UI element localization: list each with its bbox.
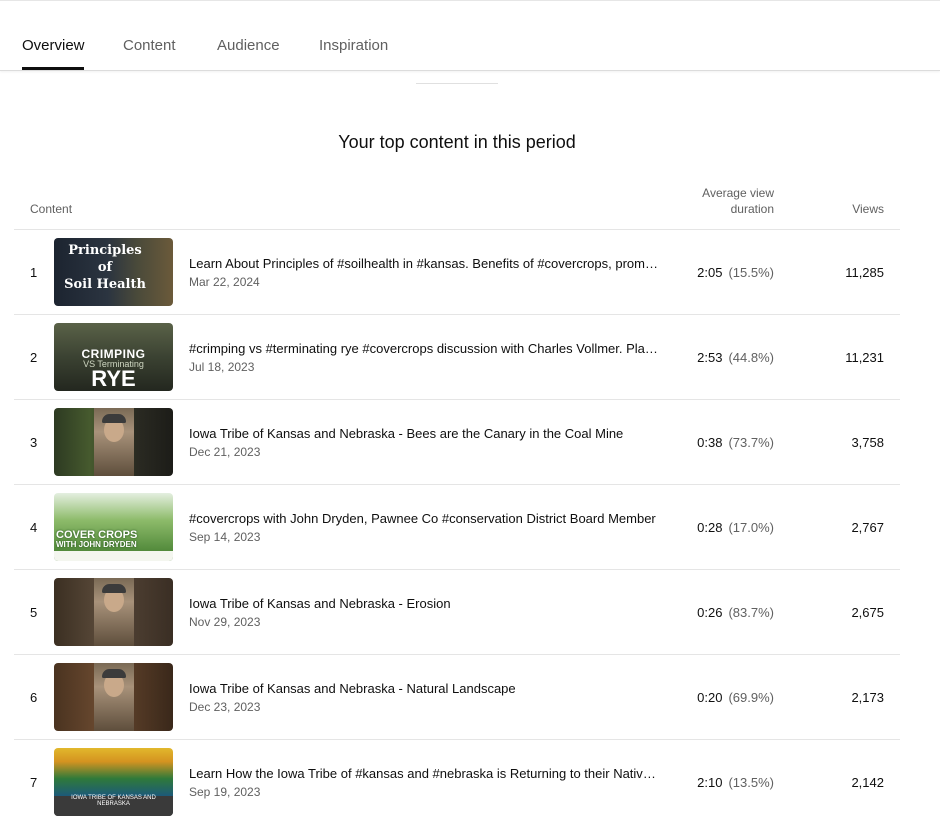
video-title[interactable]: Iowa Tribe of Kansas and Nebraska - Eros… <box>189 596 661 611</box>
section-divider <box>416 83 498 84</box>
video-thumbnail[interactable]: COVER CROPS WITH JOHN DRYDEN <box>54 493 173 561</box>
tab-inspiration[interactable]: Inspiration <box>319 37 388 54</box>
table-row[interactable]: 5 Iowa Tribe of Kansas and Nebraska - Er… <box>14 570 900 655</box>
row-rank: 7 <box>30 775 38 790</box>
duration-percent: (69.9%) <box>728 690 774 705</box>
average-view-duration: 0:20 (69.9%) <box>697 690 774 705</box>
duration-percent: (44.8%) <box>728 350 774 365</box>
row-rank: 1 <box>30 265 38 280</box>
video-thumbnail[interactable] <box>54 578 173 646</box>
average-view-duration: 0:38 (73.7%) <box>697 435 774 450</box>
average-view-duration: 2:05 (15.5%) <box>697 265 774 280</box>
video-title[interactable]: #crimping vs #terminating rye #covercrop… <box>189 341 661 356</box>
active-tab-indicator <box>22 67 84 70</box>
average-view-duration: 2:10 (13.5%) <box>697 775 774 790</box>
analytics-tabs: Overview Content Audience Inspiration <box>0 0 940 71</box>
table-row[interactable]: 7 IOWA TRIBE OF KANSAS AND NEBRASKA Lear… <box>14 740 900 824</box>
duration-percent: (73.7%) <box>728 435 774 450</box>
view-count: 2,173 <box>851 690 884 705</box>
row-rank: 5 <box>30 605 38 620</box>
average-view-duration: 0:26 (83.7%) <box>697 605 774 620</box>
video-title[interactable]: Learn About Principles of #soilhealth in… <box>189 256 661 271</box>
thumbnail-text: RYE <box>91 366 136 391</box>
video-title[interactable]: Iowa Tribe of Kansas and Nebraska - Natu… <box>189 681 661 696</box>
average-view-duration: 0:28 (17.0%) <box>697 520 774 535</box>
column-header-views[interactable]: Views <box>820 201 884 217</box>
duration-percent: (17.0%) <box>728 520 774 535</box>
table-row[interactable]: 3 Iowa Tribe of Kansas and Nebraska - Be… <box>14 400 900 485</box>
video-thumbnail[interactable] <box>54 408 173 476</box>
thumbnail-text: Principles of Soil Health <box>64 243 146 292</box>
publish-date: Nov 29, 2023 <box>189 615 261 629</box>
publish-date: Jul 18, 2023 <box>189 360 255 374</box>
duration-header-line1: Average view <box>702 186 774 200</box>
video-title[interactable]: #covercrops with John Dryden, Pawnee Co … <box>189 511 661 526</box>
tab-content[interactable]: Content <box>123 37 176 54</box>
view-count: 2,142 <box>851 775 884 790</box>
column-header-duration[interactable]: Average view duration <box>690 185 774 217</box>
video-thumbnail[interactable] <box>54 663 173 731</box>
table-row[interactable]: 6 Iowa Tribe of Kansas and Nebraska - Na… <box>14 655 900 740</box>
view-count: 3,758 <box>851 435 884 450</box>
thumbnail-band <box>54 551 173 561</box>
publish-date: Mar 22, 2024 <box>189 275 260 289</box>
view-count: 11,285 <box>845 265 884 280</box>
duration-percent: (13.5%) <box>728 775 774 790</box>
thumbnail-text: IOWA TRIBE OF KANSAS AND NEBRASKA <box>71 795 156 807</box>
publish-date: Dec 21, 2023 <box>189 445 261 459</box>
tab-audience[interactable]: Audience <box>217 37 280 54</box>
table-row[interactable]: 4 COVER CROPS WITH JOHN DRYDEN #covercro… <box>14 485 900 570</box>
duration-percent: (15.5%) <box>728 265 774 280</box>
section-title: Your top content in this period <box>338 132 576 152</box>
table-row[interactable]: 1 Principles of Soil Health Learn About … <box>14 230 900 315</box>
publish-date: Sep 19, 2023 <box>189 785 261 799</box>
tab-overview[interactable]: Overview <box>22 37 85 54</box>
person-image <box>94 663 134 731</box>
average-view-duration: 2:53 (44.8%) <box>697 350 774 365</box>
video-thumbnail[interactable]: Principles of Soil Health <box>54 238 173 306</box>
publish-date: Dec 23, 2023 <box>189 700 261 714</box>
row-rank: 3 <box>30 435 38 450</box>
row-rank: 6 <box>30 690 38 705</box>
video-title[interactable]: Iowa Tribe of Kansas and Nebraska - Bees… <box>189 426 661 441</box>
view-count: 11,231 <box>845 350 884 365</box>
row-rank: 4 <box>30 520 38 535</box>
publish-date: Sep 14, 2023 <box>189 530 261 544</box>
duration-header-line2: duration <box>730 202 774 216</box>
table-row[interactable]: 2 CRIMPING VS Terminating RYE #crimping … <box>14 315 900 400</box>
person-image <box>94 578 134 646</box>
duration-percent: (83.7%) <box>728 605 774 620</box>
video-title[interactable]: Learn How the Iowa Tribe of #kansas and … <box>189 766 661 781</box>
view-count: 2,767 <box>851 520 884 535</box>
person-image <box>94 408 134 476</box>
video-thumbnail[interactable]: IOWA TRIBE OF KANSAS AND NEBRASKA <box>54 748 173 816</box>
row-rank: 2 <box>30 350 38 365</box>
column-header-content: Content <box>30 202 73 216</box>
video-thumbnail[interactable]: CRIMPING VS Terminating RYE <box>54 323 173 391</box>
view-count: 2,675 <box>851 605 884 620</box>
thumbnail-text: WITH JOHN DRYDEN <box>56 540 137 549</box>
